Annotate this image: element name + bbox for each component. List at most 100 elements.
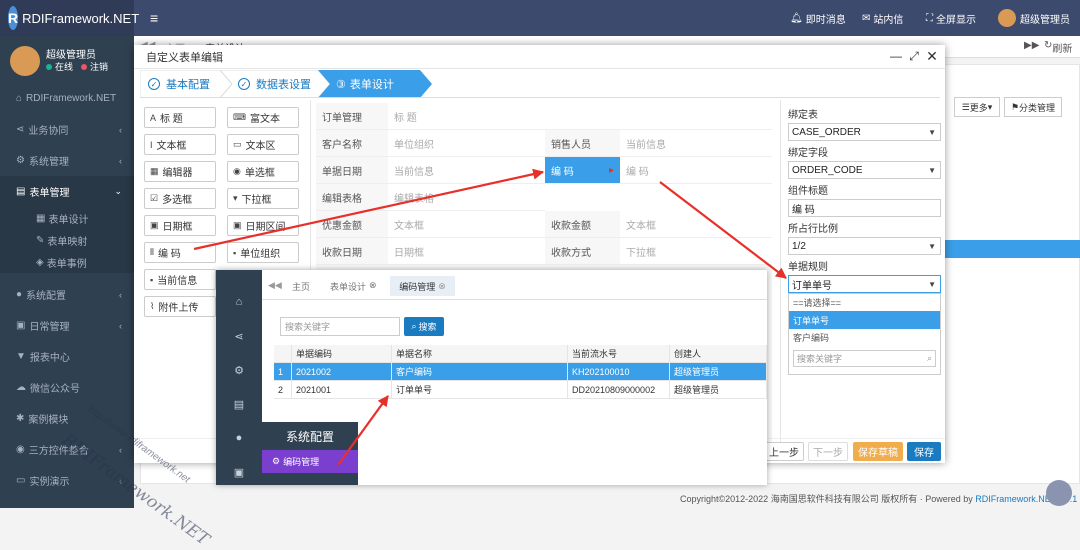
form-field[interactable]: 文本框 [620, 211, 772, 238]
sidebar-item-forms[interactable]: ▤ 表单管理 ⌄ [0, 176, 134, 207]
sidebar-item-report[interactable]: ▼ 报表中心 [0, 341, 134, 372]
inset-tab-form-design[interactable]: 表单设计 ⊗ [330, 280, 377, 293]
form-label[interactable]: 优惠金额 [316, 211, 388, 238]
sidebar-sub-form-example[interactable]: ◈ 表单事例 [0, 251, 134, 273]
next-step-button[interactable]: 下一步 [808, 442, 848, 461]
sidebar-item-daily[interactable]: ▣ 日常管理 ‹ [0, 310, 134, 341]
minimize-icon[interactable]: — [888, 48, 904, 64]
rule-dropdown-list: ==请选择== 订单单号 客户编码 搜索关键字 ⌕ [788, 293, 941, 375]
inset-menu-code-manage[interactable]: ⚙ 编码管理 [262, 450, 358, 473]
fullscreen-button[interactable]: ⛶ 全屏显示 [926, 0, 976, 36]
form-field[interactable]: 当前信息 [388, 157, 545, 184]
close-icon[interactable]: ✕ [924, 48, 940, 64]
calendar-icon[interactable]: ▣ [216, 462, 262, 482]
form-label[interactable]: 客户名称 [316, 130, 388, 157]
form-field[interactable]: 单位组织 [388, 130, 545, 157]
sidebar-sub-form-design[interactable]: ▦ 表单设计 [0, 207, 134, 229]
form-label[interactable]: 收款金额 [545, 211, 620, 238]
ctrl-current-info-button[interactable]: ▪ 当前信息 [144, 269, 216, 290]
form-field[interactable]: 文本框 [388, 211, 545, 238]
rule-select[interactable]: 订单单号 ▼ [788, 275, 941, 293]
ctrl-radio-button[interactable]: ◉ 单选框 [227, 161, 299, 182]
chat-bubble-icon[interactable] [1046, 480, 1072, 506]
maximize-icon[interactable]: ⤢ [906, 48, 922, 64]
prev-step-button[interactable]: 上一步 [764, 442, 804, 461]
table-header-cell[interactable]: 创建人 [670, 345, 767, 363]
step-form-design[interactable]: ③ 表单设计 [336, 70, 394, 98]
comp-title-input[interactable]: 编 码 [788, 199, 941, 217]
share-icon[interactable]: ⋖ [216, 326, 262, 346]
ctrl-textarea-button[interactable]: ▭ 文本区 [227, 134, 299, 155]
sidebar-item-config[interactable]: ● 系统配置 ‹ [0, 279, 134, 310]
form-field[interactable]: 下拉框 [620, 238, 772, 265]
bg-category-button[interactable]: ⚑ 分类管理 [1004, 97, 1062, 117]
step-table-settings[interactable]: ✓ 数据表设置 [238, 70, 311, 98]
ctrl-attachment-button[interactable]: ⌇ 附件上传 [144, 296, 216, 317]
rule-search-input[interactable]: 搜索关键字 ⌕ [793, 350, 936, 367]
table-header-cell[interactable]: 当前流水号 [568, 345, 670, 363]
bind-table-select[interactable]: CASE_ORDER ▼ [788, 123, 941, 141]
save-button[interactable]: 保存 [907, 442, 941, 461]
inset-search-input[interactable]: 搜索关键字 [280, 317, 400, 336]
bg-more-button[interactable]: ☰ 更多 ▾ [954, 97, 1000, 117]
form-label[interactable]: 销售人员 [545, 130, 620, 157]
ctrl-date-button[interactable]: ▣ 日期框 [144, 215, 216, 236]
list-icon[interactable]: ▤ [216, 394, 262, 414]
ctrl-checkbox-button[interactable]: ☑ 多选框 [144, 188, 216, 209]
brand-logo[interactable]: R RDIFramework.NET [0, 0, 139, 36]
form-label[interactable]: 收款方式 [545, 238, 620, 265]
ctrl-org-button[interactable]: ▪ 单位组织 [227, 242, 299, 263]
ctrl-richtext-button[interactable]: ⌨ 富文本 [227, 107, 299, 128]
ctrl-dropdown-button[interactable]: ▾ 下拉框 [227, 188, 299, 209]
sidebar-item-home[interactable]: ⌂ RDIFramework.NET [0, 83, 134, 114]
bg-selected-row[interactable] [945, 240, 1080, 258]
ctrl-title-button[interactable]: A标 题 [144, 107, 216, 128]
table-header-cell[interactable]: 单据编码 [292, 345, 392, 363]
barcode-icon: ⦀ [150, 247, 154, 257]
home-icon[interactable]: ⌂ [216, 292, 262, 312]
ctrl-textbox-button[interactable]: I 文本框 [144, 134, 216, 155]
form-field[interactable]: 日期框 [388, 238, 545, 265]
site-message-button[interactable]: ✉ 站内信 [862, 0, 903, 36]
bg-tab-forward-icon[interactable]: ▶▶ [1024, 40, 1039, 51]
sidebar-sub-form-map[interactable]: ✎ 表单映射 [0, 229, 134, 251]
inset-back-icon[interactable]: ◀◀ [268, 280, 282, 291]
form-field[interactable]: 当前信息 [620, 130, 772, 157]
menu-toggle-icon[interactable]: ≡ [150, 0, 158, 36]
rule-option[interactable]: ==请选择== [789, 294, 940, 311]
inset-tab-code-manage[interactable]: 编码管理 ⊗ [390, 276, 455, 296]
form-label[interactable]: 单据日期 [316, 157, 388, 184]
form-label-selected[interactable]: 编 码 ▸ [545, 157, 620, 184]
save-draft-button[interactable]: 保存草稿 [853, 442, 903, 461]
font-icon: A [150, 112, 157, 123]
table-header-cell[interactable]: 单据名称 [392, 345, 568, 363]
user-menu[interactable]: 超级管理员 [998, 0, 1070, 36]
logout-link[interactable]: 注销 [90, 60, 108, 73]
sidebar-item-wechat[interactable]: ☁ 微信公众号 [0, 372, 134, 403]
top-bar [0, 0, 1080, 36]
ctrl-code-button[interactable]: ⦀ 编 码 [144, 242, 216, 263]
form-field-selected[interactable]: 编 码 [620, 157, 772, 184]
instant-message-button[interactable]: 🔔︎ 即时消息 [790, 0, 846, 36]
form-label[interactable]: 编辑表格 [316, 184, 388, 211]
circle-icon[interactable]: ● [216, 428, 262, 448]
form-title-field[interactable]: 标 题 [388, 103, 772, 130]
bind-field-select[interactable]: ORDER_CODE ▼ [788, 161, 941, 179]
rule-option-selected[interactable]: 订单单号 [789, 311, 940, 329]
bg-refresh-button[interactable]: ↻ 刷新 [1044, 40, 1072, 55]
org-icon: ▪ [233, 247, 237, 258]
rule-option[interactable]: 客户编码 [789, 329, 940, 346]
caret-down-icon: ▼ [928, 165, 936, 175]
form-field[interactable]: 编辑表格 [388, 184, 545, 211]
ratio-select[interactable]: 1/2 ▼ [788, 237, 941, 255]
ctrl-editor-button[interactable]: ▦ 编辑器 [144, 161, 216, 182]
form-label[interactable]: 收款日期 [316, 238, 388, 265]
step-basic-config[interactable]: ✓ 基本配置 [148, 70, 210, 98]
gear-icon[interactable]: ⚙ [216, 360, 262, 380]
sidebar-item-system[interactable]: ⚙ 系统管理 ‹ [0, 145, 134, 176]
inset-tab-home[interactable]: 主页 [292, 280, 310, 293]
sidebar-item-collab[interactable]: ⋖ 业务协同 ‹ [0, 114, 134, 145]
inset-search-button[interactable]: ⌕ 搜索 [404, 317, 444, 336]
ctrl-daterange-button[interactable]: ▣ 日期区间 [227, 215, 299, 236]
form-title-label[interactable]: 订单管理 [316, 103, 388, 130]
